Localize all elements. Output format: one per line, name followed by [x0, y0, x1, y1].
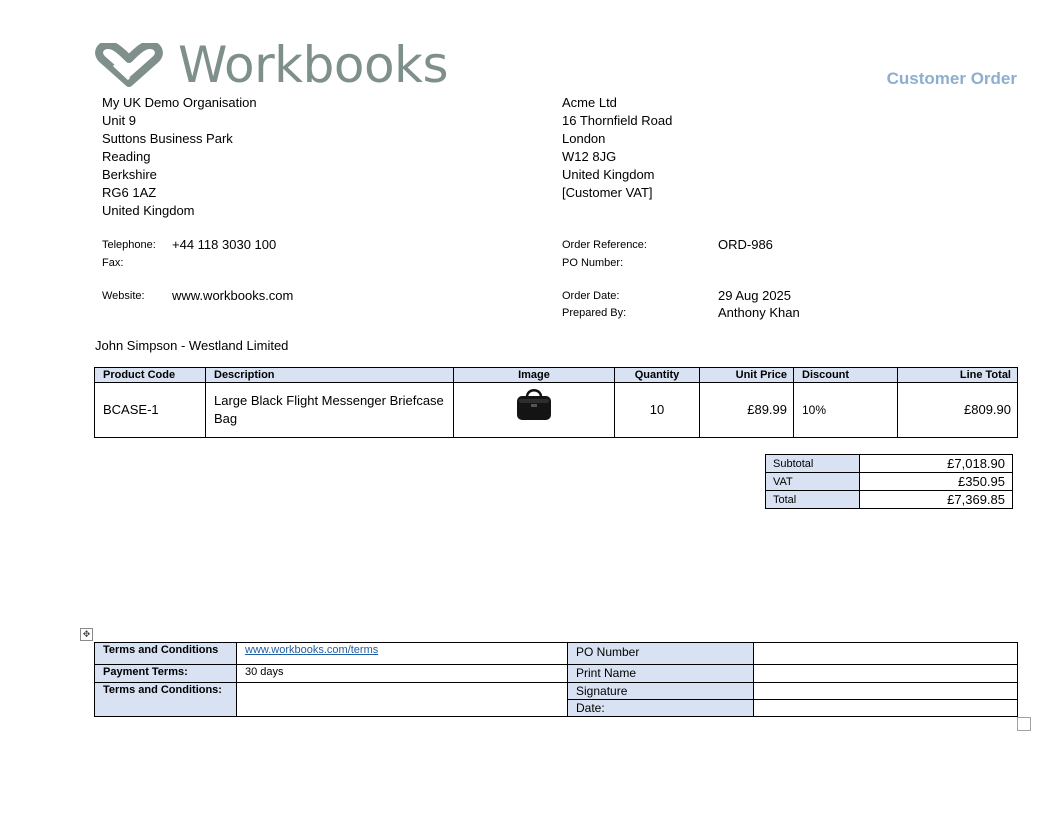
terms-row: Terms and Conditions www.workbooks.com/t… — [94, 642, 1018, 665]
payment-terms-row: Payment Terms: 30 days Print Name — [94, 664, 1018, 683]
supplier-address-line: Suttons Business Park — [102, 131, 233, 146]
document-title: Customer Order — [886, 69, 1017, 88]
column-header-line-total: Line Total — [897, 367, 1018, 383]
vat-row: VAT £350.95 — [765, 472, 1013, 491]
print-name-label: Print Name — [567, 664, 754, 683]
vat-label: VAT — [765, 472, 860, 491]
website-label: Website: — [102, 290, 145, 302]
website-value: www.workbooks.com — [172, 288, 294, 303]
column-header-unit-price: Unit Price — [699, 367, 794, 383]
date-label: Date: — [567, 699, 754, 717]
subtotal-value: £7,018.90 — [859, 454, 1013, 473]
workbooks-heart-logo-icon — [95, 43, 163, 87]
fax-label: Fax: — [102, 257, 124, 269]
terms-and-conditions-label: Terms and Conditions — [94, 642, 237, 665]
order-reference-label: Order Reference: — [562, 239, 647, 251]
company-logo: Workbooks — [94, 36, 454, 94]
po-number-signoff-label: PO Number — [567, 642, 754, 665]
total-value: £7,369.85 — [859, 490, 1013, 509]
payment-terms-label: Payment Terms: — [94, 664, 237, 683]
table-move-handle-icon[interactable]: ✥ — [80, 628, 93, 641]
discount-cell: 10% — [793, 382, 898, 438]
customer-address-line: London — [562, 131, 606, 146]
terms-link[interactable]: www.workbooks.com/terms — [245, 644, 378, 656]
customer-vat: [Customer VAT] — [562, 185, 653, 200]
totals-table: Subtotal £7,018.90 VAT £350.95 Total £7,… — [765, 454, 1013, 509]
total-row: Total £7,369.85 — [765, 490, 1013, 509]
table-resize-handle[interactable] — [1017, 717, 1031, 731]
print-name-field[interactable] — [753, 664, 1018, 683]
briefcase-bag-icon — [517, 389, 551, 420]
image-cell — [453, 382, 615, 438]
logo-wordmark: Workbooks — [178, 36, 449, 94]
po-number-label: PO Number: — [562, 257, 624, 269]
customer-address-line: W12 8JG — [562, 149, 617, 164]
total-label: Total — [765, 490, 860, 509]
terms-link-cell: www.workbooks.com/terms — [236, 642, 568, 665]
supplier-address-line: My UK Demo Organisation — [102, 95, 257, 110]
subtotal-row: Subtotal £7,018.90 — [765, 454, 1013, 473]
column-header-quantity: Quantity — [614, 367, 700, 383]
signature-label: Signature — [567, 682, 754, 700]
po-number-signoff-field[interactable] — [753, 642, 1018, 665]
terms-and-conditions-value-2 — [236, 682, 568, 717]
customer-address-line: 16 Thornfield Road — [562, 113, 673, 128]
supplier-address-line: Reading — [102, 149, 151, 164]
order-date-label: Order Date: — [562, 290, 620, 302]
column-header-product-code: Product Code — [94, 367, 206, 383]
date-field[interactable] — [753, 699, 1018, 717]
table-row: BCASE-1 Large Black Flight Messenger Bri… — [94, 382, 1018, 438]
supplier-address: My UK Demo Organisation Unit 9 Suttons B… — [102, 94, 257, 220]
column-header-description: Description — [205, 367, 454, 383]
contact-line: John Simpson - Westland Limited — [95, 338, 289, 353]
vat-value: £350.95 — [859, 472, 1013, 491]
product-code-cell: BCASE-1 — [94, 382, 206, 438]
table-header-row: Product Code Description Image Quantity … — [94, 367, 1018, 383]
terms-and-conditions-label-2: Terms and Conditions: — [94, 682, 237, 717]
supplier-address-line: Unit 9 — [102, 113, 136, 128]
supplier-address-line: RG6 1AZ — [102, 185, 157, 200]
quantity-cell: 10 — [614, 382, 700, 438]
column-header-discount: Discount — [793, 367, 898, 383]
description-cell: Large Black Flight Messenger Briefcase B… — [205, 382, 454, 438]
column-header-image: Image — [453, 367, 615, 383]
customer-address-line: United Kingdom — [562, 167, 655, 182]
payment-terms-value: 30 days — [236, 664, 568, 683]
prepared-by-value: Anthony Khan — [718, 305, 800, 320]
line-items-table: Product Code Description Image Quantity … — [94, 367, 1018, 438]
telephone-value: +44 118 3030 100 — [172, 237, 277, 252]
signature-row: Terms and Conditions: Signature — [94, 682, 1018, 717]
customer-address-line: Acme Ltd — [562, 95, 617, 110]
telephone-label: Telephone: — [102, 239, 156, 251]
subtotal-label: Subtotal — [765, 454, 860, 473]
unit-price-cell: £89.99 — [699, 382, 794, 438]
prepared-by-label: Prepared By: — [562, 307, 627, 319]
line-total-cell: £809.90 — [897, 382, 1018, 438]
order-date-value: 29 Aug 2025 — [718, 288, 792, 303]
terms-table: Terms and Conditions www.workbooks.com/t… — [94, 642, 1018, 717]
signature-field[interactable] — [753, 682, 1018, 700]
order-reference-value: ORD-986 — [718, 237, 773, 252]
customer-address: Acme Ltd 16 Thornfield Road London W12 8… — [562, 94, 672, 202]
supplier-address-line: Berkshire — [102, 167, 157, 182]
supplier-address-line: United Kingdom — [102, 203, 195, 218]
